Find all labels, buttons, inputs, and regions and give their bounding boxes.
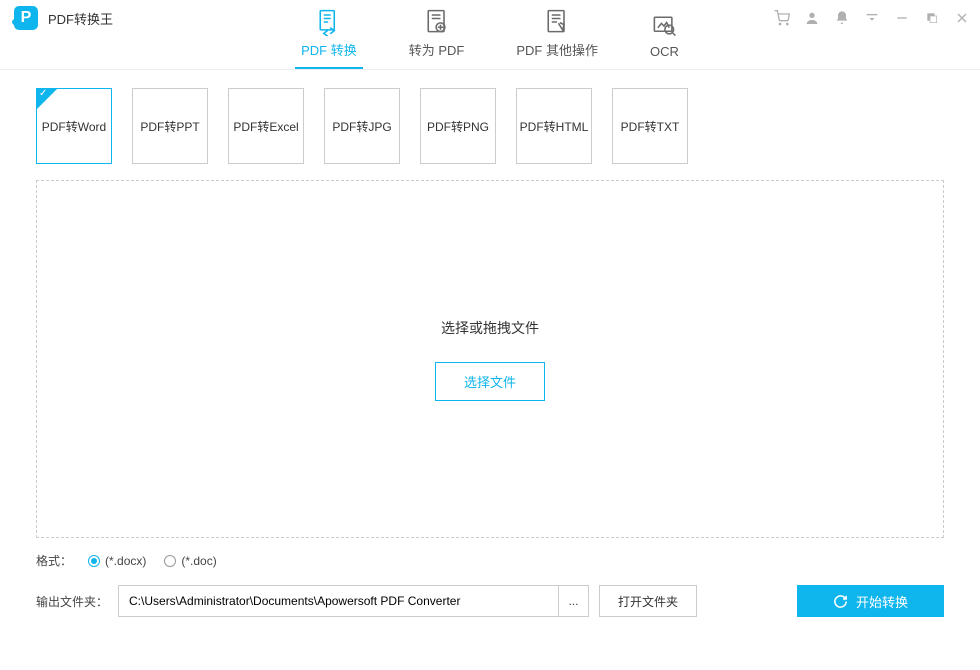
- file-dropzone[interactable]: 选择或拖拽文件 选择文件: [36, 180, 944, 538]
- main-tabs: PDF 转换 转为 PDF PDF 其他操作 OCR: [0, 14, 980, 70]
- refresh-icon: [833, 594, 848, 609]
- format-pdf-to-ppt[interactable]: PDF转PPT: [132, 88, 208, 164]
- format-pdf-to-excel[interactable]: PDF转Excel: [228, 88, 304, 164]
- browse-button[interactable]: ...: [558, 586, 588, 616]
- format-pdf-to-txt[interactable]: PDF转TXT: [612, 88, 688, 164]
- select-file-button[interactable]: 选择文件: [435, 362, 545, 401]
- radio-docx[interactable]: (*.docx): [88, 554, 146, 568]
- tab-pdf-other[interactable]: PDF 其他操作: [510, 8, 604, 69]
- tab-pdf-convert[interactable]: PDF 转换: [295, 8, 363, 69]
- bottom-panel: 格式： (*.docx) (*.doc) 输出文件夹： ... 打开文件夹 开始…: [0, 538, 980, 635]
- open-folder-button[interactable]: 打开文件夹: [599, 585, 697, 617]
- format-pdf-to-html[interactable]: PDF转HTML: [516, 88, 592, 164]
- format-pdf-to-word[interactable]: PDF转Word: [36, 88, 112, 164]
- radio-doc[interactable]: (*.doc): [164, 554, 216, 568]
- tab-label: PDF 其他操作: [516, 40, 598, 59]
- dropzone-hint: 选择或拖拽文件: [441, 318, 539, 338]
- format-tiles: PDF转Word PDF转PPT PDF转Excel PDF转JPG PDF转P…: [36, 88, 944, 164]
- output-format-row: 格式： (*.docx) (*.doc): [36, 552, 944, 569]
- format-pdf-to-jpg[interactable]: PDF转JPG: [324, 88, 400, 164]
- content-area: PDF转Word PDF转PPT PDF转Excel PDF转JPG PDF转P…: [0, 70, 980, 538]
- start-convert-button[interactable]: 开始转换: [797, 585, 944, 617]
- tab-to-pdf[interactable]: 转为 PDF: [403, 8, 471, 69]
- output-path-container: ...: [118, 585, 589, 617]
- format-radio-group: (*.docx) (*.doc): [88, 554, 217, 568]
- radio-icon: [164, 555, 176, 567]
- format-pdf-to-png[interactable]: PDF转PNG: [420, 88, 496, 164]
- output-path-input[interactable]: [119, 586, 558, 616]
- output-folder-label: 输出文件夹：: [36, 593, 108, 610]
- tab-label: OCR: [650, 44, 679, 59]
- format-label: 格式：: [36, 552, 72, 569]
- tab-ocr[interactable]: OCR: [644, 12, 685, 69]
- tab-label: 转为 PDF: [409, 40, 465, 59]
- radio-icon: [88, 555, 100, 567]
- tab-label: PDF 转换: [301, 40, 357, 59]
- output-row: 输出文件夹： ... 打开文件夹 开始转换: [36, 585, 944, 617]
